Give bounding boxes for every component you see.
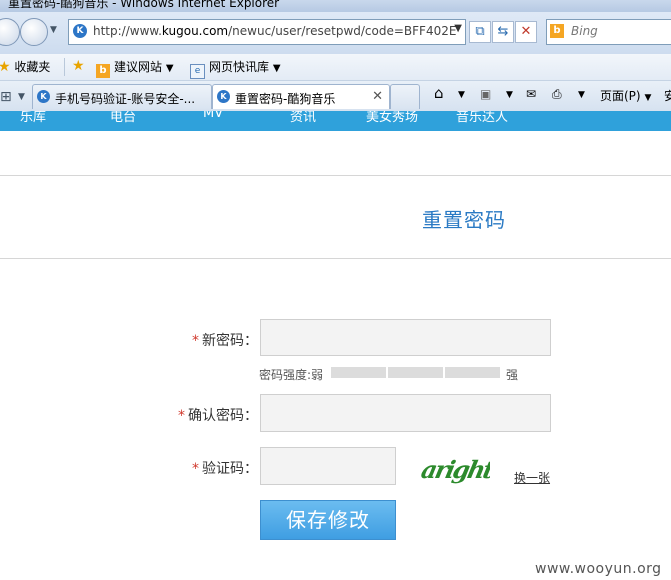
mail-icon[interactable]: ✉	[526, 87, 536, 101]
strength-bar-strong	[445, 367, 500, 378]
page-menu[interactable]: 页面(P) ▼	[600, 87, 651, 104]
back-button[interactable]	[0, 18, 20, 46]
quick-tabs-icon[interactable]: ⊞	[0, 89, 12, 105]
new-password-input[interactable]	[260, 319, 551, 356]
chevron-down-icon: ▼	[165, 63, 174, 74]
url-text[interactable]: http://www.kugou.com/newuc/user/resetpwd…	[93, 24, 456, 38]
required-asterisk: *	[178, 408, 185, 424]
recent-pages-dropdown-icon[interactable]: ▼	[50, 25, 57, 35]
kugou-favicon-icon: K	[217, 90, 230, 103]
favorites-button[interactable]: ★ 收藏夹	[0, 58, 50, 75]
safety-menu[interactable]: 安	[664, 87, 671, 104]
nav-item-radio[interactable]: 电台	[110, 111, 136, 125]
strength-bar-medium	[388, 367, 443, 378]
nav-item-showroom[interactable]: 美女秀场	[366, 111, 418, 125]
required-asterisk: *	[192, 333, 199, 349]
nav-item-news[interactable]: 资讯	[290, 111, 316, 125]
required-asterisk: *	[192, 461, 199, 477]
divider	[0, 175, 671, 176]
chevron-down-icon[interactable]: ▼	[506, 90, 513, 100]
address-bar-row: ▼ K http://www.kugou.com/newuc/user/rese…	[0, 12, 671, 54]
suggested-sites-icon: b	[96, 64, 110, 78]
divider	[0, 258, 671, 259]
captcha-image: aright	[419, 455, 490, 484]
chevron-down-icon: ▼	[272, 63, 281, 74]
web-slice-gallery-button[interactable]: e 网页快讯库 ▼	[190, 58, 281, 79]
stop-icon[interactable]: ✕	[515, 21, 537, 43]
nav-item-mv[interactable]: MV	[203, 111, 223, 121]
nav-item-library[interactable]: 乐库	[20, 111, 46, 125]
compatibility-view-icon[interactable]: ⧉	[469, 21, 491, 43]
new-tab-button[interactable]	[390, 84, 420, 109]
save-changes-button[interactable]: 保存修改	[260, 500, 396, 540]
refresh-icon[interactable]: ⇆	[492, 21, 514, 43]
window-title-bar: 重置密码-酷狗音乐 - Windows Internet Explorer	[0, 0, 671, 12]
new-password-label: * 新密码：	[192, 333, 258, 349]
print-icon[interactable]: ⎙	[552, 87, 562, 102]
kugou-favicon-icon: K	[73, 24, 87, 38]
divider	[64, 58, 65, 76]
bing-icon: b	[550, 24, 564, 38]
captcha-input[interactable]	[260, 447, 396, 485]
address-field[interactable]: K http://www.kugou.com/newuc/user/resetp…	[68, 19, 466, 45]
captcha-label: * 验证码：	[192, 461, 258, 477]
watermark: www.wooyun.org	[535, 561, 662, 577]
feeds-icon[interactable]: ▣	[480, 87, 491, 101]
refresh-captcha-link[interactable]: 换一张	[514, 469, 550, 486]
address-dropdown-icon[interactable]: ▼	[454, 23, 462, 34]
forward-button[interactable]	[20, 18, 48, 46]
web-slice-icon: e	[190, 64, 205, 79]
tab-phone-verification[interactable]: K 手机号码验证-账号安全-...	[32, 84, 212, 109]
confirm-password-label: * 确认密码：	[178, 408, 258, 424]
search-field[interactable]: b Bing	[546, 19, 671, 45]
kugou-favicon-icon: K	[37, 90, 50, 103]
tab-reset-password[interactable]: K 重置密码-酷狗音乐 ✕	[212, 84, 390, 109]
chevron-down-icon[interactable]: ▼	[458, 90, 465, 100]
favorites-bar: ★ 收藏夹 ★ b 建议网站 ▼ e 网页快讯库 ▼	[0, 54, 671, 81]
tab-list-dropdown-icon[interactable]: ▼	[18, 92, 25, 102]
nav-item-music-talent[interactable]: 音乐达人	[456, 111, 508, 125]
window-title: 重置密码-酷狗音乐 - Windows Internet Explorer	[8, 0, 280, 10]
chevron-down-icon[interactable]: ▼	[578, 90, 585, 100]
home-icon[interactable]: ⌂	[434, 84, 444, 102]
suggested-sites-button[interactable]: b 建议网站 ▼	[96, 58, 174, 78]
captcha-text: aright	[419, 455, 490, 484]
page-title: 重置密码	[422, 208, 506, 232]
close-tab-icon[interactable]: ✕	[372, 89, 383, 104]
confirm-password-input[interactable]	[260, 394, 551, 432]
password-strength-strong-label: 强	[506, 368, 519, 382]
favorites-star-icon: ★	[0, 59, 11, 75]
site-nav: 乐库 电台 MV 资讯 美女秀场 音乐达人	[0, 111, 671, 131]
strength-bar-weak	[331, 367, 386, 378]
tab-bar: ⊞ ▼ K 手机号码验证-账号安全-... K 重置密码-酷狗音乐 ✕ ⌂ ▼ …	[0, 81, 671, 111]
password-strength-label: 密码强度:弱	[259, 368, 324, 382]
add-favorite-icon[interactable]: ★	[72, 58, 85, 74]
